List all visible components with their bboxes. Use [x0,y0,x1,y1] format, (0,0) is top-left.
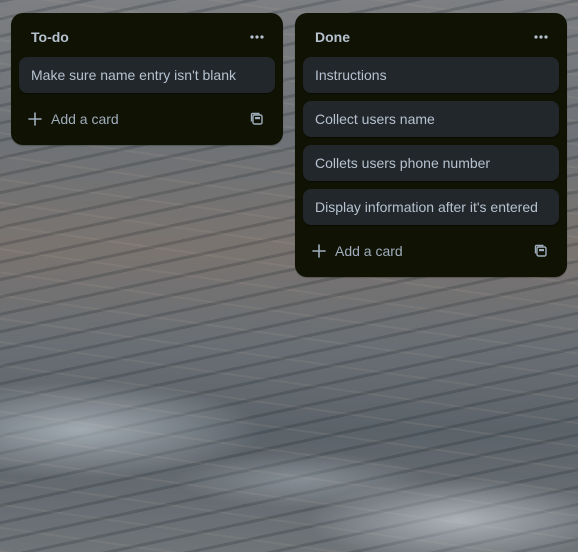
card[interactable]: Collect users name [303,101,559,137]
create-from-template-button[interactable] [243,105,271,133]
list-title[interactable]: Done [315,29,350,45]
list-footer: Add a card [19,101,275,137]
add-card-button[interactable]: Add a card [27,103,127,135]
add-card-label: Add a card [335,243,403,259]
card[interactable]: Make sure name entry isn't blank [19,57,275,93]
card[interactable]: Collets users phone number [303,145,559,181]
card-template-icon [534,244,547,257]
more-horizontal-icon [534,35,548,39]
card-template-icon [250,112,263,125]
more-horizontal-icon [250,35,264,39]
create-from-template-button[interactable] [527,237,555,265]
list-footer: Add a card [303,233,559,269]
card[interactable]: Instructions [303,57,559,93]
list-done: Done Instructions Collect users name Col… [295,13,567,277]
card-list: Make sure name entry isn't blank [19,57,275,93]
card-list: Instructions Collect users name Collets … [303,57,559,225]
list-header[interactable]: Done [303,21,559,53]
add-card-label: Add a card [51,111,119,127]
list-todo: To-do Make sure name entry isn't blank A… [11,13,283,145]
add-card-button[interactable]: Add a card [311,235,411,267]
list-menu-button[interactable] [527,23,555,51]
plus-icon [312,244,326,258]
list-menu-button[interactable] [243,23,271,51]
card[interactable]: Display information after it's entered [303,189,559,225]
plus-icon [28,112,42,126]
list-header[interactable]: To-do [19,21,275,53]
list-title[interactable]: To-do [31,29,69,45]
